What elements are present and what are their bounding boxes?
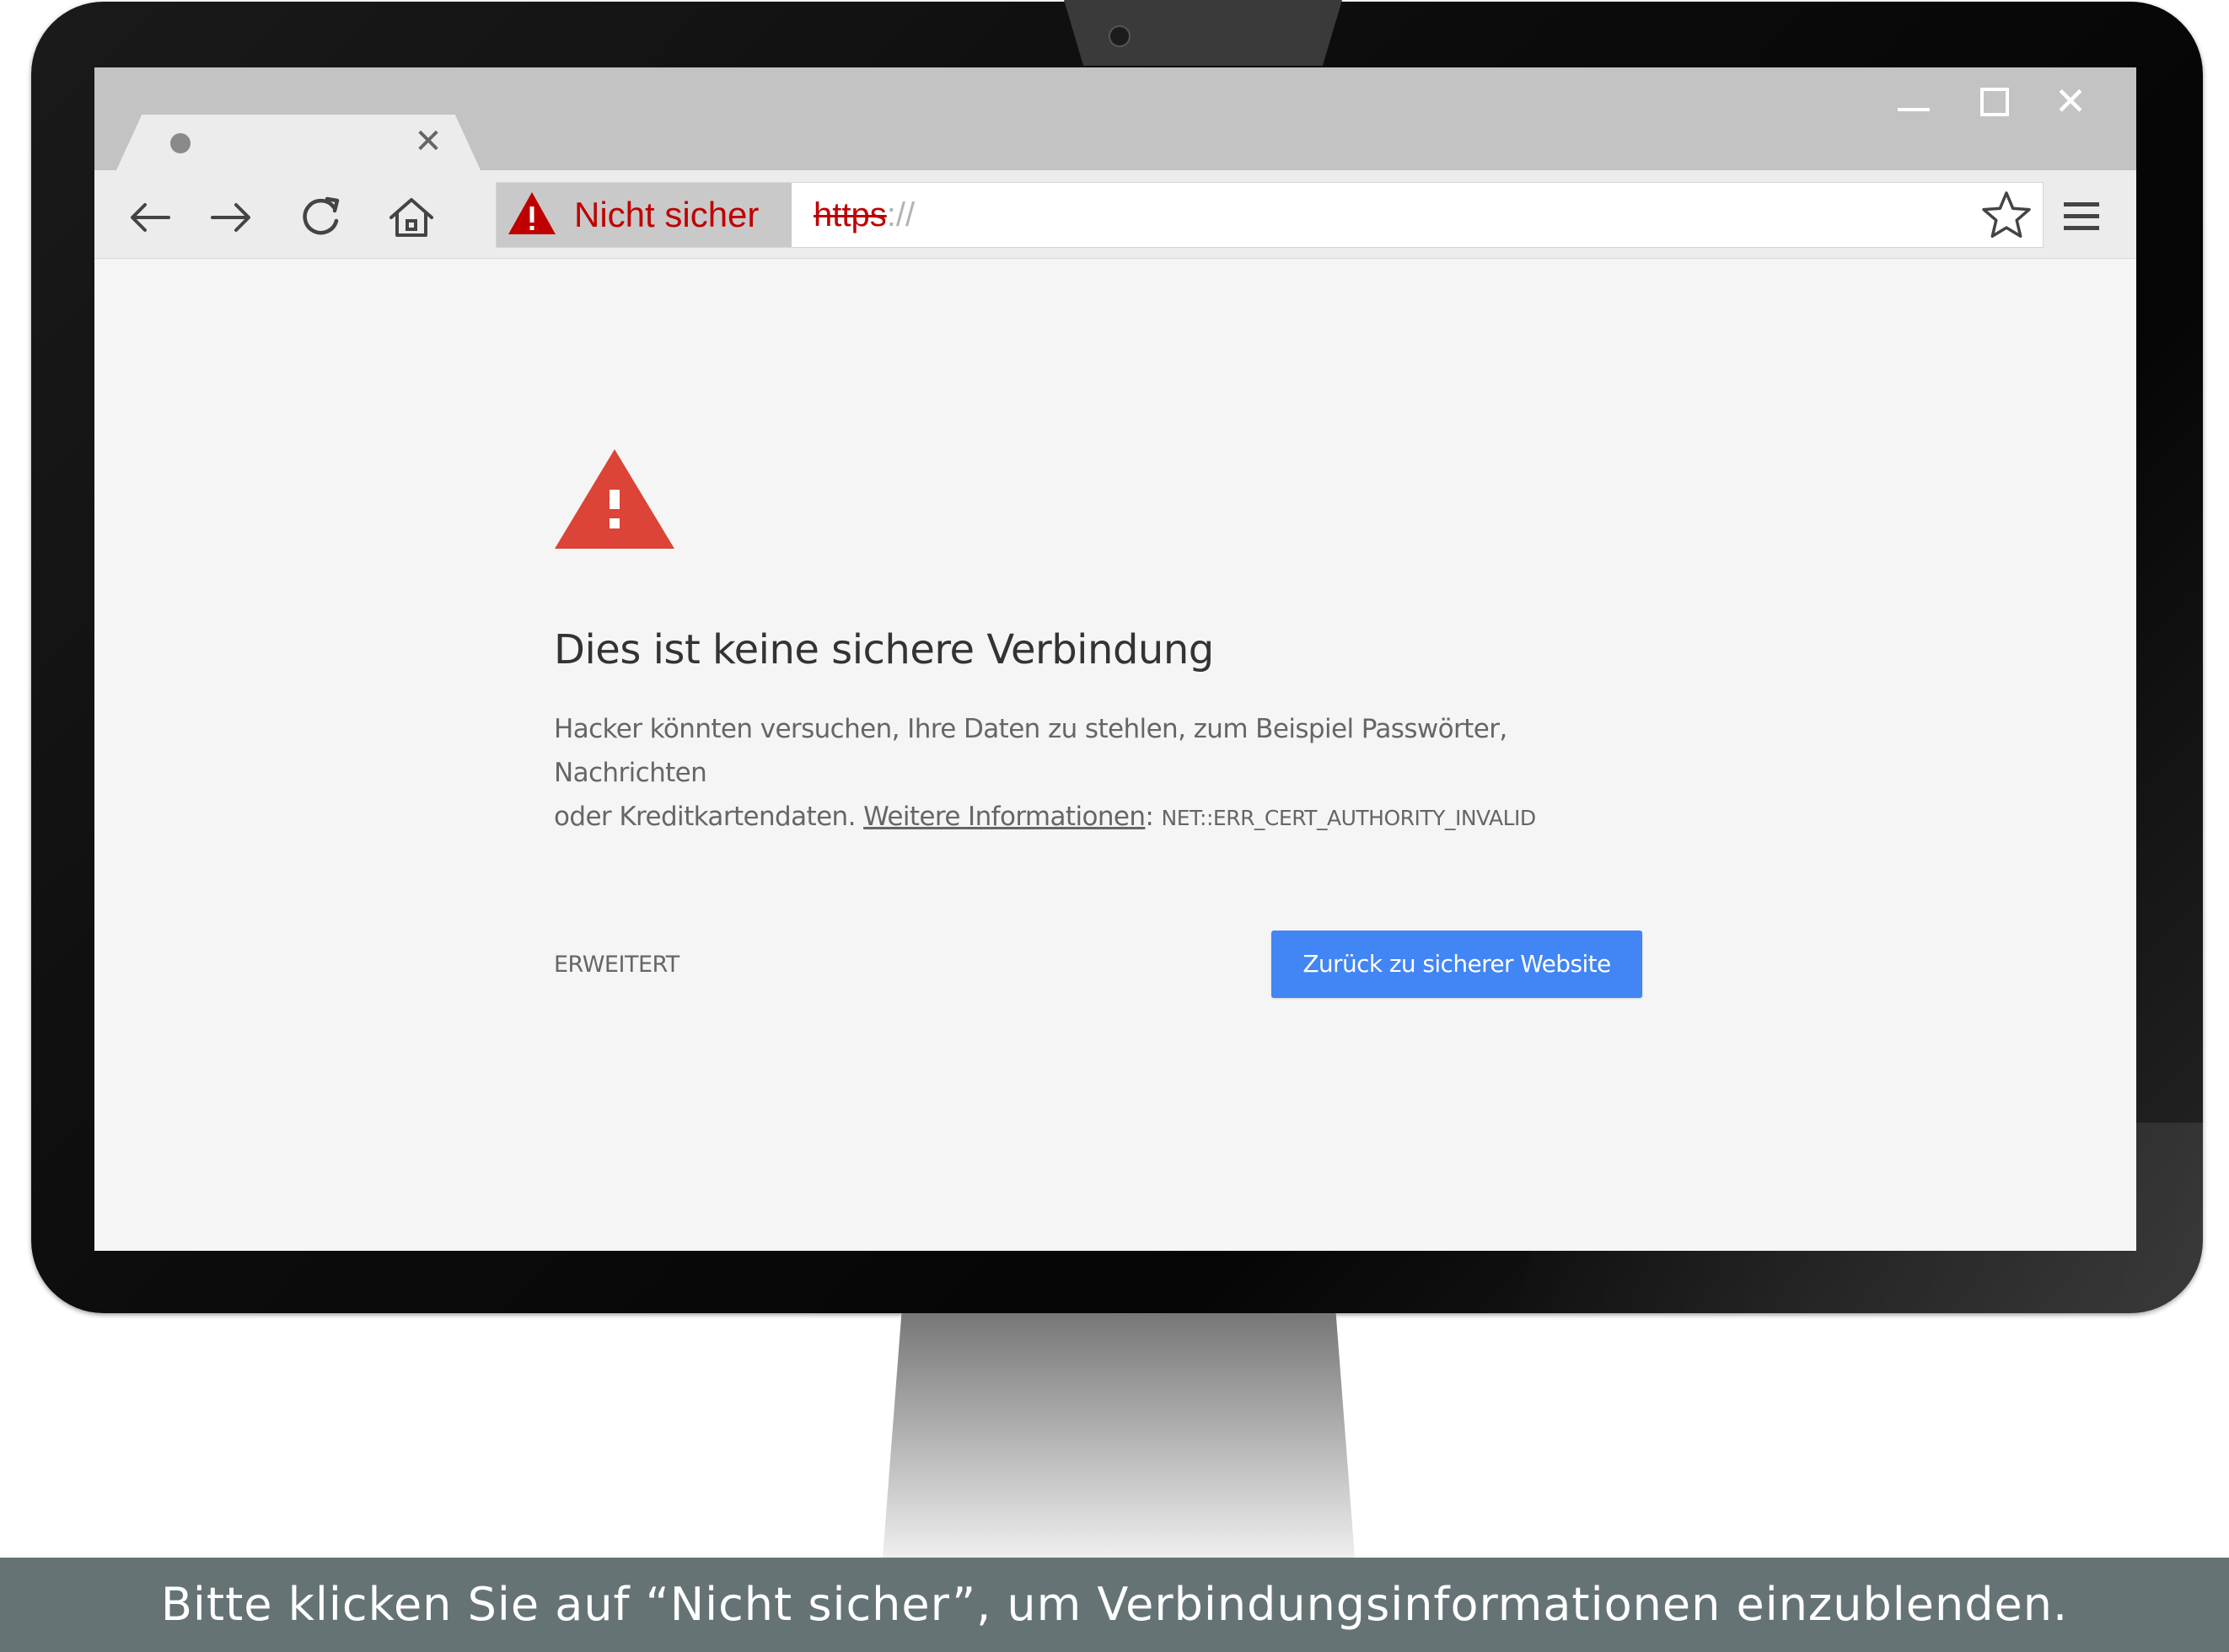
interstitial-page: Dies ist keine sichere Verbindung Hacker… bbox=[94, 259, 2136, 1251]
back-to-safety-button[interactable]: Zurück zu sicherer Website bbox=[1271, 931, 1642, 998]
caption-text: Bitte klicken Sie auf “Nicht sicher”, um… bbox=[160, 1578, 2069, 1631]
camera-notch bbox=[1064, 0, 1342, 66]
minimize-icon[interactable] bbox=[1888, 76, 1938, 126]
security-indicator-button[interactable]: Nicht sicher bbox=[497, 183, 792, 247]
page-title: Dies ist keine sichere Verbindung bbox=[554, 626, 1214, 673]
tab-strip: ✕ ✕ bbox=[94, 67, 2136, 170]
tab-close-icon[interactable]: ✕ bbox=[411, 125, 445, 158]
security-label: Nicht sicher bbox=[574, 195, 760, 234]
url-scheme: https bbox=[814, 196, 887, 233]
close-icon[interactable]: ✕ bbox=[2045, 76, 2096, 126]
back-arrow-icon[interactable] bbox=[125, 192, 175, 243]
warning-triangle-icon bbox=[508, 192, 556, 234]
hamburger-menu-icon[interactable] bbox=[2060, 196, 2104, 239]
warning-description: Hacker könnten versuchen, Ihre Daten zu … bbox=[554, 707, 1650, 840]
browser-tab[interactable]: ✕ bbox=[116, 115, 481, 170]
description-line1: Hacker könnten versuchen, Ihre Daten zu … bbox=[554, 714, 1507, 788]
url-text[interactable]: https:// bbox=[814, 183, 915, 247]
webcam-icon bbox=[1109, 25, 1131, 47]
star-icon[interactable] bbox=[1979, 188, 2034, 244]
advanced-button[interactable]: ERWEITERT bbox=[554, 952, 679, 978]
home-icon[interactable] bbox=[386, 192, 437, 243]
reload-icon[interactable] bbox=[295, 192, 346, 243]
caption-bar: Bitte klicken Sie auf “Nicht sicher”, um… bbox=[0, 1558, 2229, 1652]
separator: : bbox=[1145, 802, 1162, 832]
browser-toolbar: Nicht sicher https:// bbox=[94, 170, 2136, 259]
description-line2: oder Kreditkartendaten. bbox=[554, 802, 864, 832]
more-info-link[interactable]: Weitere Informationen bbox=[863, 802, 1146, 832]
forward-arrow-icon[interactable] bbox=[206, 192, 256, 243]
maximize-icon[interactable] bbox=[1968, 76, 2018, 126]
url-rest: :// bbox=[886, 196, 916, 233]
error-code: NET::ERR_CERT_AUTHORITY_INVALID bbox=[1161, 806, 1537, 830]
address-bar[interactable]: Nicht sicher https:// bbox=[496, 182, 2044, 248]
warning-triangle-icon bbox=[552, 446, 677, 552]
browser-window: ✕ ✕ Nicht sicher https:// Dies ist keine… bbox=[94, 67, 2136, 1251]
monitor-stand bbox=[883, 1313, 1355, 1558]
favicon-icon bbox=[170, 133, 191, 153]
